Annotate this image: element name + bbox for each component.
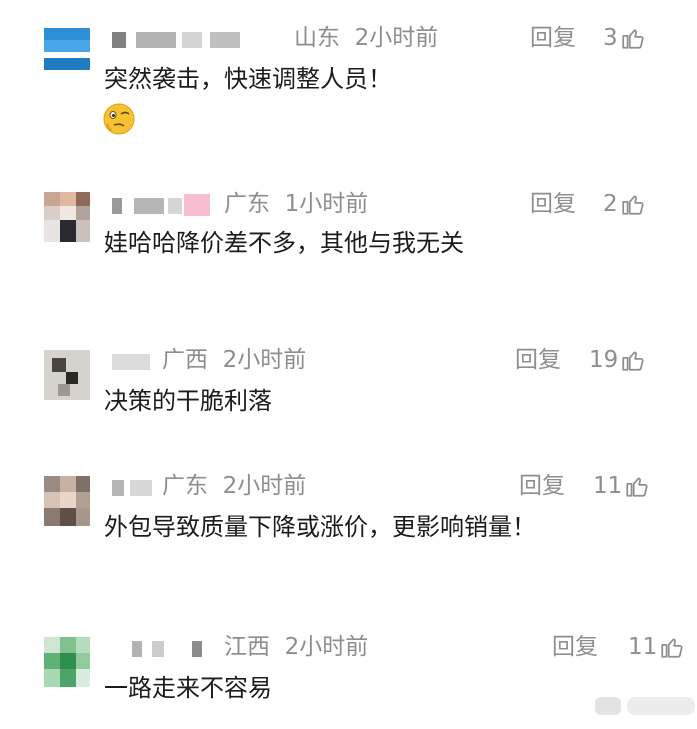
avatar[interactable] — [44, 192, 90, 242]
avatar[interactable] — [44, 637, 90, 687]
username-blurred[interactable] — [112, 637, 212, 659]
region-label: 广东 — [224, 191, 270, 217]
comment-meta: 广西 2小时前 — [162, 344, 306, 376]
comment-text: 娃哈哈降价差不多，其他与我无关 — [104, 229, 464, 257]
comment-text: 外包导致质量下降或涨价，更影响销量！ — [104, 513, 536, 541]
like-count: 3 — [603, 25, 618, 51]
comment-meta: 广东 1小时前 — [224, 188, 368, 220]
watermark-blurred — [593, 693, 697, 719]
timestamp: 2小时前 — [222, 347, 307, 373]
watermark-logo-icon — [595, 697, 621, 715]
like-count: 11 — [628, 634, 658, 660]
reply-button[interactable]: 回复 — [552, 631, 598, 663]
thumbs-up-icon — [622, 195, 644, 215]
like-count: 19 — [589, 347, 619, 373]
thumbs-up-icon — [622, 351, 644, 371]
username-blurred[interactable] — [112, 28, 242, 50]
username-blurred[interactable] — [112, 194, 212, 216]
region-label: 山东 — [294, 25, 340, 51]
avatar[interactable] — [44, 28, 90, 78]
timestamp: 1小时前 — [284, 191, 369, 217]
like-button[interactable]: 11 — [628, 631, 685, 663]
reply-button[interactable]: 回复 — [530, 22, 576, 54]
like-count: 11 — [593, 473, 623, 499]
comment-meta: 广东 2小时前 — [162, 470, 306, 502]
reply-button[interactable]: 回复 — [519, 470, 565, 502]
like-button[interactable]: 19 — [589, 344, 646, 376]
thumbs-up-icon — [622, 29, 644, 49]
username-blurred[interactable] — [112, 350, 152, 372]
username-blurred[interactable] — [112, 476, 162, 498]
comment-meta: 山东 2小时前 — [294, 22, 438, 54]
thinking-face-icon — [102, 102, 136, 136]
avatar[interactable] — [44, 350, 90, 400]
like-count: 2 — [603, 191, 618, 217]
region-label: 广西 — [162, 347, 208, 373]
timestamp: 2小时前 — [354, 25, 439, 51]
reply-button[interactable]: 回复 — [515, 344, 561, 376]
timestamp: 2小时前 — [284, 634, 369, 660]
region-label: 广东 — [162, 473, 208, 499]
comment-meta: 江西 2小时前 — [224, 631, 368, 663]
comment-text: 突然袭击，快速调整人员！ — [104, 65, 392, 93]
avatar[interactable] — [44, 476, 90, 526]
comment-text: 一路走来不容易 — [104, 674, 272, 702]
region-label: 江西 — [224, 634, 270, 660]
like-button[interactable]: 11 — [593, 470, 650, 502]
like-button[interactable]: 3 — [603, 22, 646, 54]
timestamp: 2小时前 — [222, 473, 307, 499]
thumbs-up-icon — [626, 477, 648, 497]
watermark-text-blur — [627, 697, 695, 715]
like-button[interactable]: 2 — [603, 188, 646, 220]
comment-text: 决策的干脆利落 — [104, 387, 272, 415]
reply-button[interactable]: 回复 — [530, 188, 576, 220]
thumbs-up-icon — [661, 638, 683, 658]
